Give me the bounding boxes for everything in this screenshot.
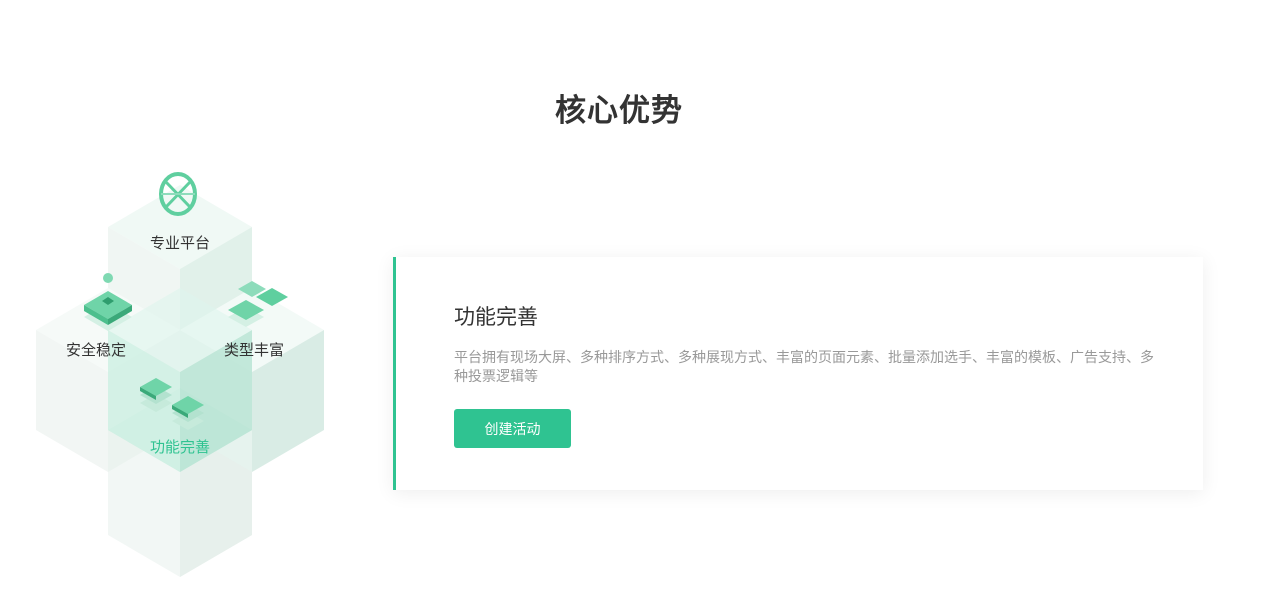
feature-tab-rich-types[interactable]: 类型丰富: [224, 339, 284, 360]
feature-tab-complete-functions[interactable]: 功能完善: [150, 436, 210, 457]
feature-detail-card: 功能完善 平台拥有现场大屏、多种排序方式、多种展现方式、丰富的页面元素、批量添加…: [393, 257, 1203, 490]
feature-cube-illustration: 专业平台 安全稳定 类型丰富 功能完善: [30, 165, 330, 585]
feature-detail-description: 平台拥有现场大屏、多种排序方式、多种展现方式、丰富的页面元素、批量添加选手、丰富…: [454, 350, 1154, 385]
isometric-cubes-graphic: [36, 172, 324, 577]
feature-detail-title: 功能完善: [454, 305, 538, 329]
feature-tab-secure-stable[interactable]: 安全稳定: [66, 339, 126, 360]
section-title: 核心优势: [555, 92, 683, 129]
create-event-button[interactable]: 创建活动: [454, 409, 571, 448]
feature-tab-professional-platform[interactable]: 专业平台: [150, 232, 210, 253]
